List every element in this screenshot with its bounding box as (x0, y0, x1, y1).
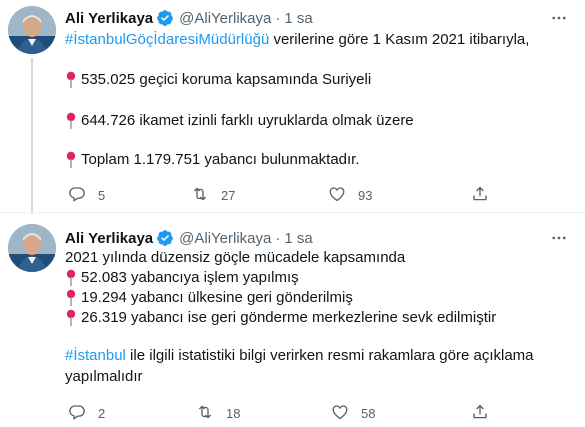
tweet-line: #İstanbul ile ilgili istatistiki bilgi v… (65, 346, 534, 366)
reply-count: 2 (98, 406, 106, 421)
share-button[interactable] (471, 185, 489, 206)
heart-icon (331, 403, 349, 424)
like-button[interactable]: 58 (331, 403, 375, 424)
reply-button[interactable]: 5 (68, 185, 105, 206)
tweet-line: 2021 yılında düzensiz göçle mücadele kap… (65, 248, 405, 268)
like-count: 93 (358, 188, 373, 203)
tweet-line-text: ile ilgili istatistiki bilgi verirken re… (125, 347, 534, 364)
reply-button[interactable]: 2 (68, 403, 105, 424)
separator-dot: · (275, 229, 281, 247)
avatar[interactable] (8, 224, 56, 272)
tweet-line-text: 26.319 yabancı ise geri gönderme merkezl… (81, 309, 497, 326)
tweet-line-text: 535.025 geçici koruma kapsamında Suriyel… (81, 71, 372, 88)
author-name[interactable]: Ali Yerlikaya (65, 230, 153, 247)
round-pushpin-icon (65, 288, 77, 308)
retweet-icon (196, 403, 214, 424)
share-icon (471, 185, 489, 206)
hashtag-link[interactable]: #İstanbul (65, 346, 126, 366)
round-pushpin-icon (65, 70, 77, 90)
tweet[interactable]: Ali Yerlikaya @AliYerlikaya · 1 sa #İsta… (0, 0, 585, 215)
tweet-actions: 5 27 93 (65, 185, 545, 205)
round-pushpin-icon (65, 150, 77, 170)
tweet-line-text: verilerine göre 1 Kasım 2021 itibarıyla, (269, 31, 530, 48)
like-count: 58 (361, 406, 376, 421)
round-pushpin-icon (65, 111, 77, 131)
share-icon (471, 403, 489, 424)
timestamp[interactable]: 1 sa (284, 230, 312, 247)
tweet-line-text: 644.726 ikamet izinli farklı uyruklarda … (81, 112, 414, 129)
tweet-line: 52.083 yabancıya işlem yapılmış (65, 268, 299, 288)
retweet-count: 18 (226, 406, 241, 421)
author-name[interactable]: Ali Yerlikaya (65, 10, 153, 27)
tweet-line: Toplam 1.179.751 yabancı bulunmaktadır. (65, 150, 360, 170)
tweet-actions: 2 18 58 (65, 403, 545, 423)
more-icon[interactable] (549, 228, 569, 248)
reply-count: 5 (98, 188, 106, 203)
tweet-line-text: 19.294 yabancı ülkesine geri gönderilmiş (81, 289, 353, 306)
tweet-header: Ali Yerlikaya @AliYerlikaya · 1 sa (65, 228, 313, 248)
tweet-divider (0, 212, 585, 213)
tweet-line-text: 52.083 yabancıya işlem yapılmış (81, 269, 299, 286)
author-handle[interactable]: @AliYerlikaya (179, 10, 271, 27)
tweet-line: 26.319 yabancı ise geri gönderme merkezl… (65, 308, 496, 328)
reply-icon (68, 185, 86, 206)
tweet-line: 535.025 geçici koruma kapsamında Suriyel… (65, 70, 371, 90)
author-handle[interactable]: @AliYerlikaya (179, 230, 271, 247)
thread-line (31, 58, 33, 215)
separator-dot: · (275, 9, 281, 27)
verified-badge-icon (156, 229, 174, 247)
retweet-button[interactable]: 27 (191, 185, 235, 206)
tweet[interactable]: Ali Yerlikaya @AliYerlikaya · 1 sa 2021 … (0, 214, 585, 427)
tweet-line: #İstanbulGöçİdaresiMüdürlüğü verilerine … (65, 30, 529, 50)
tweet-line: 644.726 ikamet izinli farklı uyruklarda … (65, 111, 414, 131)
heart-icon (328, 185, 346, 206)
retweet-icon (191, 185, 209, 206)
tweet-line-text: Toplam 1.179.751 yabancı bulunmaktadır. (81, 151, 360, 168)
tweet-line: 19.294 yabancı ülkesine geri gönderilmiş (65, 288, 353, 308)
more-icon[interactable] (549, 8, 569, 28)
share-button[interactable] (471, 403, 489, 424)
hashtag-link[interactable]: #İstanbulGöçİdaresiMüdürlüğü (65, 30, 269, 50)
retweet-count: 27 (221, 188, 236, 203)
round-pushpin-icon (65, 308, 77, 328)
reply-icon (68, 403, 86, 424)
tweet-header: Ali Yerlikaya @AliYerlikaya · 1 sa (65, 8, 313, 28)
tweet-line: yapılmalıdır (65, 367, 143, 387)
verified-badge-icon (156, 9, 174, 27)
tweet-line-text: yapılmalıdır (65, 368, 143, 385)
like-button[interactable]: 93 (328, 185, 372, 206)
round-pushpin-icon (65, 268, 77, 288)
tweet-line-text: 2021 yılında düzensiz göçle mücadele kap… (65, 249, 406, 266)
avatar[interactable] (8, 6, 56, 54)
timestamp[interactable]: 1 sa (284, 10, 312, 27)
retweet-button[interactable]: 18 (196, 403, 240, 424)
